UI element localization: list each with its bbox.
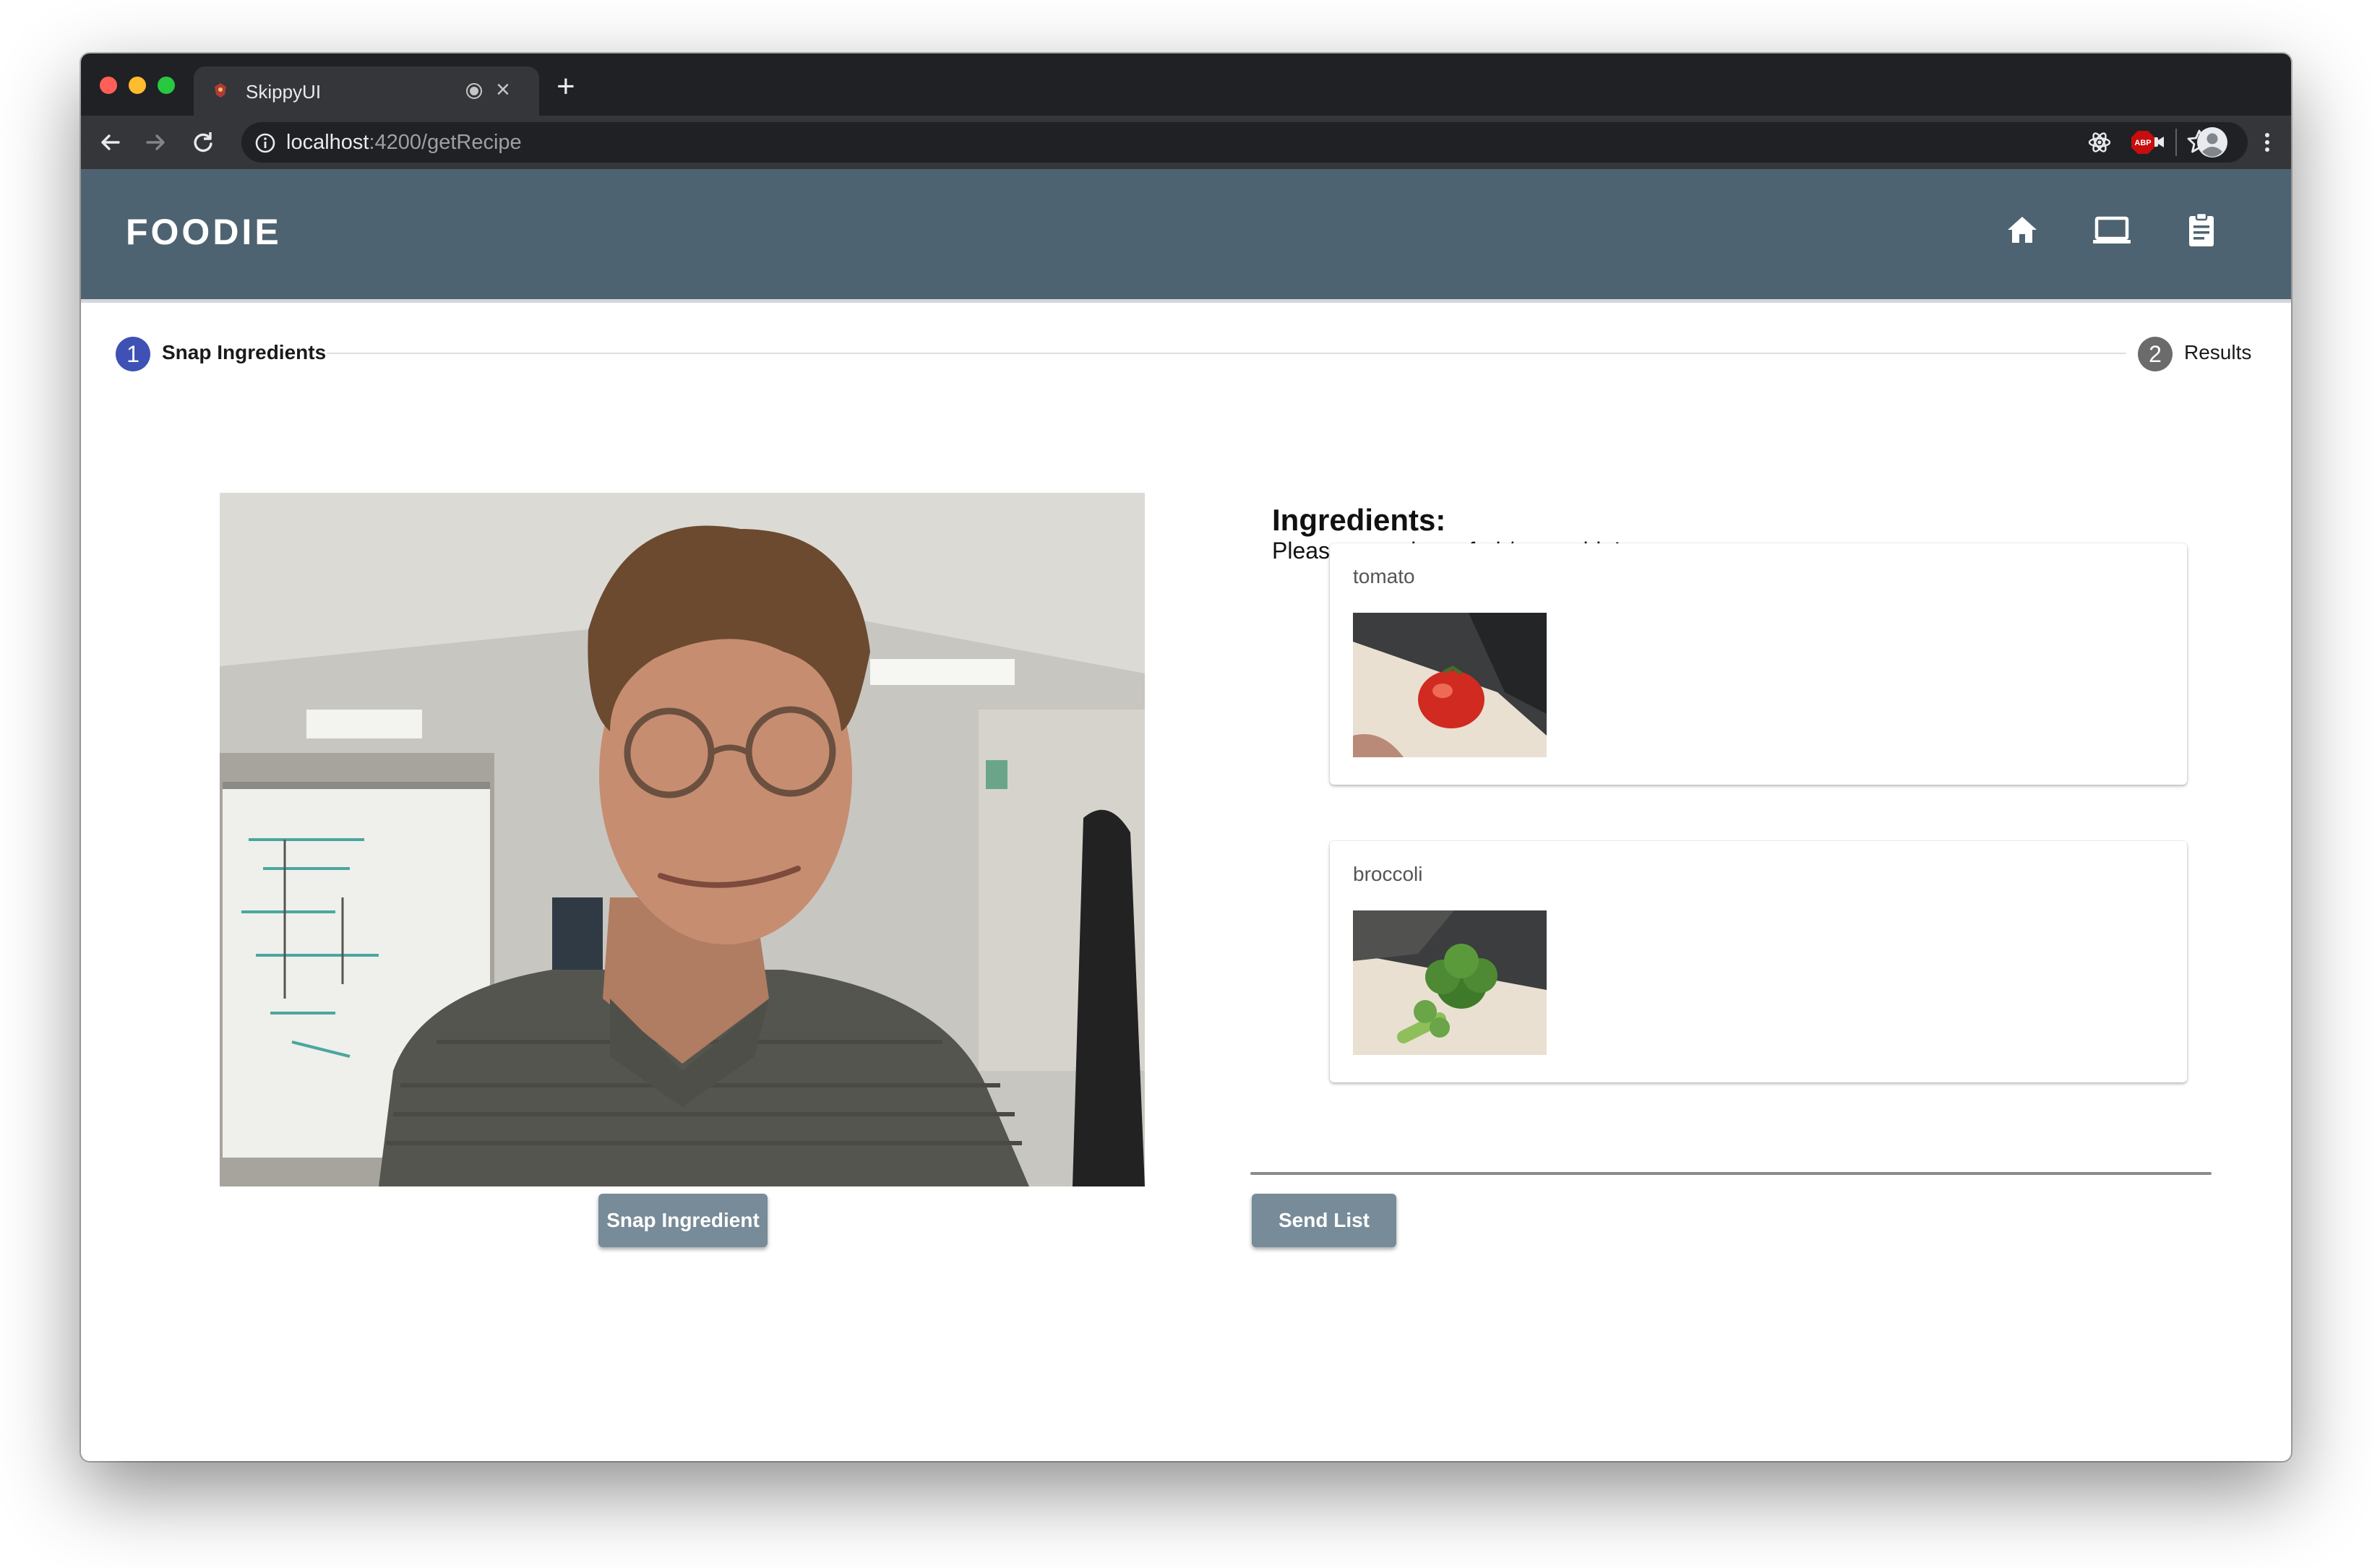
browser-toolbar: localhost:4200/getRecipe ABP <box>81 116 2291 169</box>
snap-ingredient-button[interactable]: Snap Ingredient <box>598 1194 768 1247</box>
ingredient-card-tomato[interactable]: tomato <box>1330 543 2187 785</box>
clipboard-icon[interactable] <box>2181 210 2222 250</box>
ingredients-title: Ingredients: <box>1272 503 1446 537</box>
ingredient-name: tomato <box>1353 565 1415 587</box>
browser-tab[interactable]: SkippyUI × <box>194 66 539 116</box>
tab-close-icon[interactable]: × <box>496 77 510 103</box>
close-window-button[interactable] <box>100 77 117 94</box>
tab-strip: SkippyUI × + <box>81 53 2291 116</box>
app-brand[interactable]: FOODIE <box>126 211 282 253</box>
abp-icon[interactable]: ABP <box>2129 129 2157 156</box>
extension-icon[interactable] <box>2086 129 2113 156</box>
list-divider <box>1250 1172 2212 1175</box>
step-2-indicator[interactable]: 2 <box>2138 337 2173 371</box>
step-1-indicator[interactable]: 1 <box>116 337 150 371</box>
recording-icon <box>466 83 482 99</box>
profile-icon[interactable] <box>2196 126 2229 159</box>
abp-label: ABP <box>2134 139 2151 147</box>
header-shadow <box>81 299 2291 303</box>
address-bar[interactable]: localhost:4200/getRecipe <box>241 122 2248 163</box>
maximize-window-button[interactable] <box>158 77 175 94</box>
toolbar-divider <box>2175 129 2177 156</box>
back-icon[interactable] <box>97 129 124 156</box>
home-icon[interactable] <box>2002 210 2042 250</box>
tomato-image <box>1353 613 1547 757</box>
step-2-label[interactable]: Results <box>2184 341 2251 364</box>
new-tab-button[interactable]: + <box>557 71 575 103</box>
step-1-label[interactable]: Snap Ingredients <box>162 341 326 364</box>
stepper-connector <box>327 353 2126 354</box>
favicon-icon <box>215 83 226 98</box>
laptop-icon[interactable] <box>2092 210 2132 250</box>
ingredient-photo-tomato <box>1353 613 1547 757</box>
browser-window: SkippyUI × + localhost:4200/getRecipe AB… <box>81 53 2291 1461</box>
url-text: localhost:4200/getRecipe <box>286 131 522 155</box>
app-header: FOODIE <box>81 169 2291 299</box>
tab-title: SkippyUI <box>246 81 322 103</box>
camera-feed <box>220 493 1145 1186</box>
ingredient-card-broccoli[interactable]: broccoli <box>1330 841 2187 1082</box>
broccoli-image <box>1353 910 1547 1055</box>
reload-icon[interactable] <box>189 129 217 156</box>
send-list-button[interactable]: Send List <box>1252 1194 1396 1247</box>
menu-icon[interactable] <box>2253 129 2281 156</box>
url-host: localhost <box>286 131 369 154</box>
url-path: :4200/getRecipe <box>369 131 522 154</box>
webcam-image <box>220 493 1145 1186</box>
minimize-window-button[interactable] <box>129 77 146 94</box>
info-icon[interactable] <box>254 132 276 154</box>
forward-icon[interactable] <box>142 129 169 156</box>
ingredient-photo-broccoli <box>1353 910 1547 1055</box>
ingredient-name: broccoli <box>1353 863 1423 885</box>
